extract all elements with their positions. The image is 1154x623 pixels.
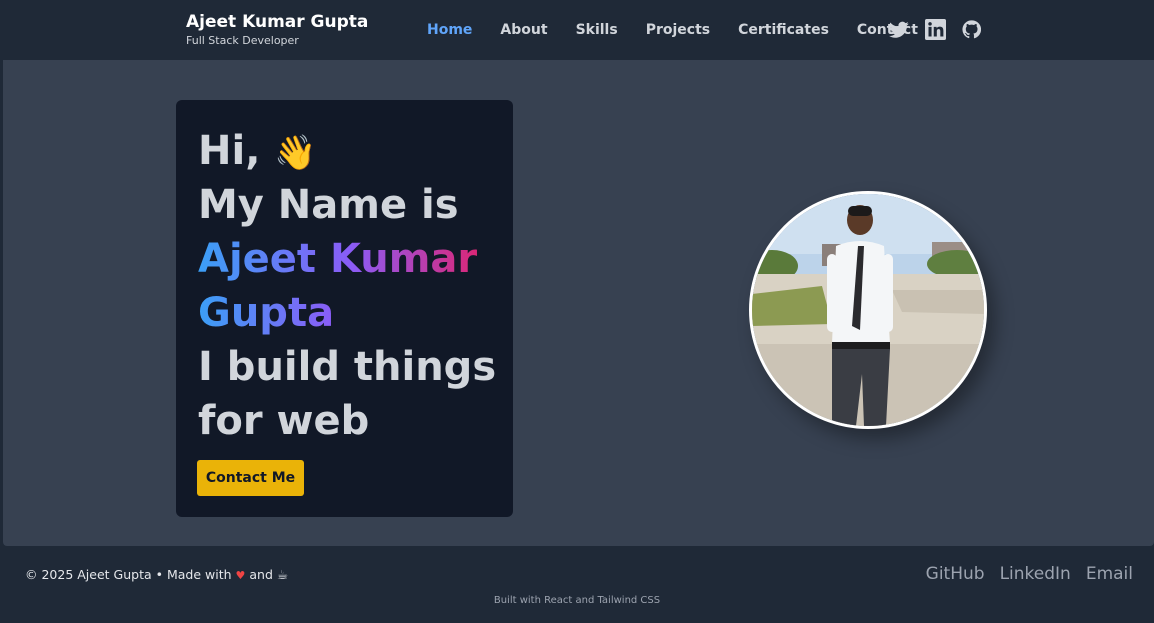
nav-projects[interactable]: Projects bbox=[646, 21, 710, 39]
footer-github-link[interactable]: GitHub bbox=[926, 564, 985, 584]
main-nav: Home About Skills Projects Certificates … bbox=[427, 21, 918, 39]
name-line-1: Ajeet Kumar bbox=[198, 232, 477, 286]
greeting-line: Hi, 👋 bbox=[198, 124, 317, 180]
nav-home[interactable]: Home bbox=[427, 21, 472, 39]
profile-photo bbox=[749, 191, 987, 429]
middle-name: Kumar bbox=[329, 236, 478, 282]
github-icon[interactable] bbox=[962, 20, 982, 43]
site-footer: © 2025 Ajeet Gupta • Made with ♥ and ☕ G… bbox=[0, 547, 1154, 623]
copyright: © 2025 Ajeet Gupta • Made with ♥ and ☕ bbox=[25, 567, 288, 582]
contact-me-button[interactable]: Contact Me bbox=[197, 460, 304, 496]
nav-about[interactable]: About bbox=[500, 21, 547, 39]
coffee-icon: ☕ bbox=[276, 567, 289, 582]
tagline-line-2: for web bbox=[198, 398, 370, 444]
greeting-text: Hi, bbox=[198, 128, 261, 174]
brand-name: Ajeet Kumar Gupta bbox=[186, 12, 369, 32]
linkedin-icon[interactable] bbox=[925, 19, 946, 44]
hero-section: Hi, 👋 My Name is Ajeet Kumar Gupta I bui… bbox=[3, 60, 1154, 546]
brand-role: Full Stack Developer bbox=[186, 34, 299, 47]
footer-links: GitHub LinkedIn Email bbox=[926, 564, 1133, 584]
footer-linkedin-link[interactable]: LinkedIn bbox=[1000, 564, 1071, 584]
wave-emoji: 👋 bbox=[274, 133, 317, 173]
built-with-note: Built with React and Tailwind CSS bbox=[493, 595, 661, 606]
site-header: Ajeet Kumar Gupta Full Stack Developer H… bbox=[0, 0, 1154, 60]
footer-email-link[interactable]: Email bbox=[1086, 564, 1133, 584]
twitter-icon[interactable] bbox=[889, 21, 909, 43]
and-text: and bbox=[249, 567, 273, 582]
first-name: Ajeet bbox=[198, 236, 317, 282]
intro-text: My Name is bbox=[198, 182, 459, 228]
nav-skills[interactable]: Skills bbox=[576, 21, 618, 39]
nav-certificates[interactable]: Certificates bbox=[738, 21, 829, 39]
name-line-2: Gupta bbox=[198, 286, 334, 340]
copyright-text: © 2025 Ajeet Gupta • Made with bbox=[25, 567, 232, 582]
tagline-line-1: I build things bbox=[198, 344, 497, 390]
social-links bbox=[889, 19, 982, 44]
intro-card: Hi, 👋 My Name is Ajeet Kumar Gupta I bui… bbox=[176, 100, 513, 517]
brand[interactable]: Ajeet Kumar Gupta Full Stack Developer bbox=[186, 12, 368, 48]
heart-icon: ♥ bbox=[235, 569, 246, 582]
